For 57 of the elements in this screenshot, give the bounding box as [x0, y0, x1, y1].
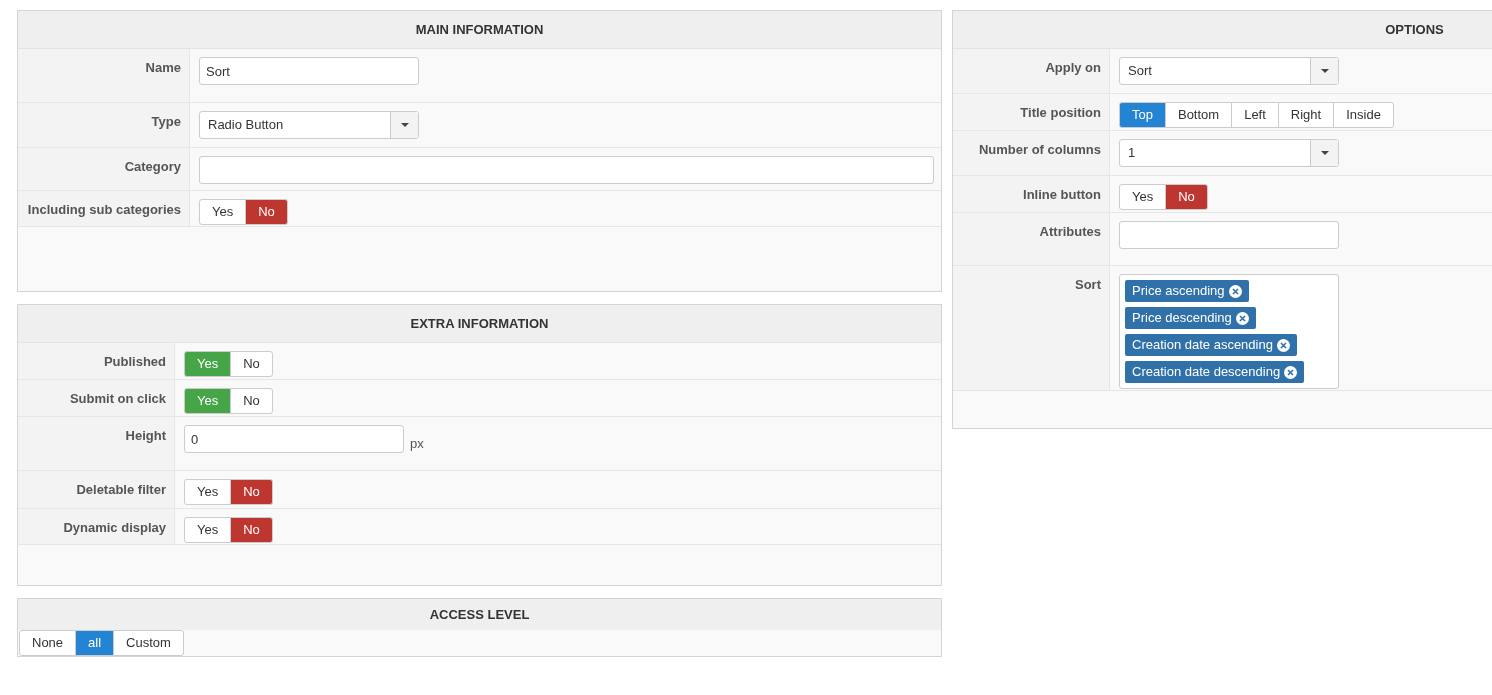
remove-icon[interactable] [1228, 284, 1242, 298]
text-field[interactable] [199, 156, 934, 184]
field-label: Title position [953, 94, 1110, 130]
tag: Price descending [1125, 307, 1256, 329]
tag: Creation date ascending [1125, 334, 1297, 356]
field-label: Attributes [953, 213, 1110, 265]
toggle-option[interactable]: Top [1119, 102, 1166, 128]
toggle-option[interactable]: No [230, 517, 273, 543]
field-label: Name [18, 49, 190, 102]
toggle-option[interactable]: Inside [1333, 102, 1394, 128]
remove-icon[interactable] [1284, 365, 1298, 379]
toggle-option[interactable]: Yes [184, 479, 232, 505]
unit-label: px [410, 434, 424, 453]
field-label: Apply on [953, 49, 1110, 93]
field-label: Type [18, 103, 190, 147]
toggle-option[interactable]: Left [1231, 102, 1279, 128]
panel-header: EXTRA INFORMATION [18, 305, 941, 343]
field-label: Height [18, 417, 175, 470]
panel-header: OPTIONS [953, 11, 1492, 49]
remove-icon[interactable] [1235, 311, 1249, 325]
toggle-option[interactable]: Yes [1119, 184, 1167, 210]
tag: Creation date descending [1125, 361, 1305, 383]
toggle-option[interactable]: No [245, 199, 288, 225]
field-label: Published [18, 343, 175, 379]
toggle-option[interactable]: Custom [113, 630, 184, 656]
caret-icon [1320, 151, 1329, 155]
panel-header: MAIN INFORMATION [18, 11, 941, 49]
toggle-option[interactable]: Yes [184, 517, 232, 543]
toggle-option[interactable]: Right [1277, 102, 1335, 128]
tag: Price ascending [1125, 280, 1249, 302]
field-label: Inline button [953, 176, 1110, 212]
select-field[interactable]: Radio Button [199, 111, 419, 139]
select-field[interactable]: 1 [1119, 139, 1339, 167]
field-label: Category [18, 148, 190, 190]
toggle-option[interactable]: No [1165, 184, 1208, 210]
toggle-option[interactable]: all [75, 630, 115, 656]
text-field[interactable]: 0 [184, 425, 404, 453]
field-label: Number of columns [953, 131, 1110, 175]
remove-icon[interactable] [1276, 338, 1290, 352]
select-field[interactable]: Sort [1119, 57, 1339, 85]
toggle-option[interactable]: No [230, 479, 273, 505]
field-label: Sort [953, 266, 1110, 390]
toggle-option[interactable]: No [230, 388, 273, 414]
text-field[interactable]: Sort [199, 57, 419, 85]
toggle-option[interactable]: No [230, 351, 273, 377]
tags-field[interactable]: Price ascending Price descending Creation date ascending Creation date descending [1119, 274, 1339, 389]
toggle-option[interactable]: None [19, 630, 77, 656]
field-label: Dynamic display [18, 509, 175, 544]
field-label: Deletable filter [18, 471, 175, 508]
panel-header: ACCESS LEVEL [18, 599, 941, 630]
field-label: Including sub categories [18, 191, 190, 226]
field-label: Submit on click [18, 380, 175, 416]
toggle-option[interactable]: Yes [199, 199, 247, 225]
caret-icon [400, 123, 409, 127]
caret-icon [1320, 69, 1329, 73]
text-field[interactable] [1119, 221, 1339, 249]
toggle-option[interactable]: Bottom [1164, 102, 1233, 128]
